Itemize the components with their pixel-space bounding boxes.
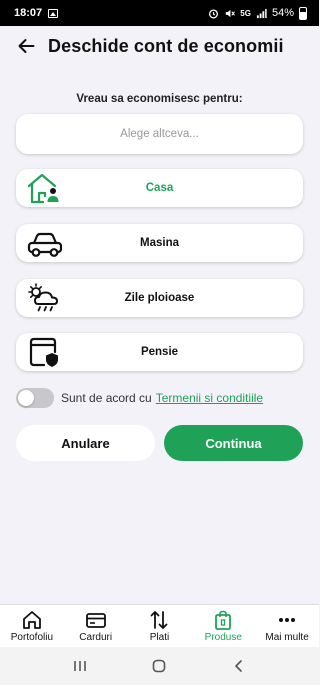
nav-label: Produse [204,632,242,643]
signal-icon [256,8,267,18]
car-icon [27,232,62,257]
battery-percent: 54% [271,7,294,19]
nav-item-portofoliu[interactable]: Portofoliu [0,605,64,647]
recents-button[interactable] [68,656,92,676]
cancel-button[interactable]: Anulare [16,425,155,461]
status-right: 5G 54% [208,6,307,20]
battery-icon [299,6,307,20]
status-time: 18:07 [14,7,43,19]
header: Deschide cont de economii [0,26,319,66]
house-person-icon [27,173,59,204]
chevron-left-icon [235,660,242,672]
nav-item-plati[interactable]: Plati [128,605,192,647]
terms-row: Sunt de acord cu Termenii si conditiile [16,386,263,410]
custom-goal-input[interactable] [16,114,303,154]
terms-agreement-text: Sunt de acord cu [61,391,152,405]
more-dots-icon [279,618,296,622]
nav-label: Mai multe [265,632,309,643]
nav-item-produse[interactable]: Produse [191,605,255,647]
continue-button[interactable]: Continua [164,425,303,461]
rain-cloud-icon [28,283,58,312]
nav-label: Portofoliu [10,632,54,643]
goal-option-casa[interactable]: Casa [16,169,303,207]
goal-option-masina[interactable]: Masina [16,224,303,262]
goal-option-pensie[interactable]: Pensie [16,333,303,371]
toggle-knob [18,390,34,406]
transfer-arrows-icon [151,611,168,629]
nav-item-mai-multe[interactable]: Mai multe [255,605,319,647]
home-icon [22,611,41,629]
page-title: Deschide cont de economii [48,35,284,56]
status-left: 18:07 [14,7,59,19]
nav-item-carduri[interactable]: Carduri [64,605,128,647]
network-type: 5G [240,8,251,18]
custom-goal-card [16,114,303,154]
gallery-notification-icon [48,8,59,18]
alarm-icon [209,8,219,18]
back-system-button[interactable] [227,656,251,676]
calendar-shield-icon [29,337,58,367]
arrow-left-icon [18,39,35,53]
recents-icon [74,661,86,671]
home-circle-icon [153,659,166,673]
nav-label: Plati [149,632,170,643]
home-system-button[interactable] [147,656,171,676]
terms-link[interactable]: Termenii si conditiile [156,391,263,405]
nav-label: Carduri [79,632,113,643]
bottom-nav: Portofoliu Carduri Plati Produse Mai mul… [0,604,319,647]
back-button[interactable] [4,26,48,66]
card-icon [85,613,106,628]
savings-goal-prompt: Vreau sa economisesc pentru: [76,93,243,105]
shopping-bag-icon [215,610,232,630]
system-nav [0,647,319,685]
goal-option-zile-ploioase[interactable]: Zile ploioase [16,279,303,317]
status-bar: 18:07 5G 54% [0,0,319,26]
terms-toggle[interactable] [16,388,54,408]
mute-icon [226,9,236,17]
